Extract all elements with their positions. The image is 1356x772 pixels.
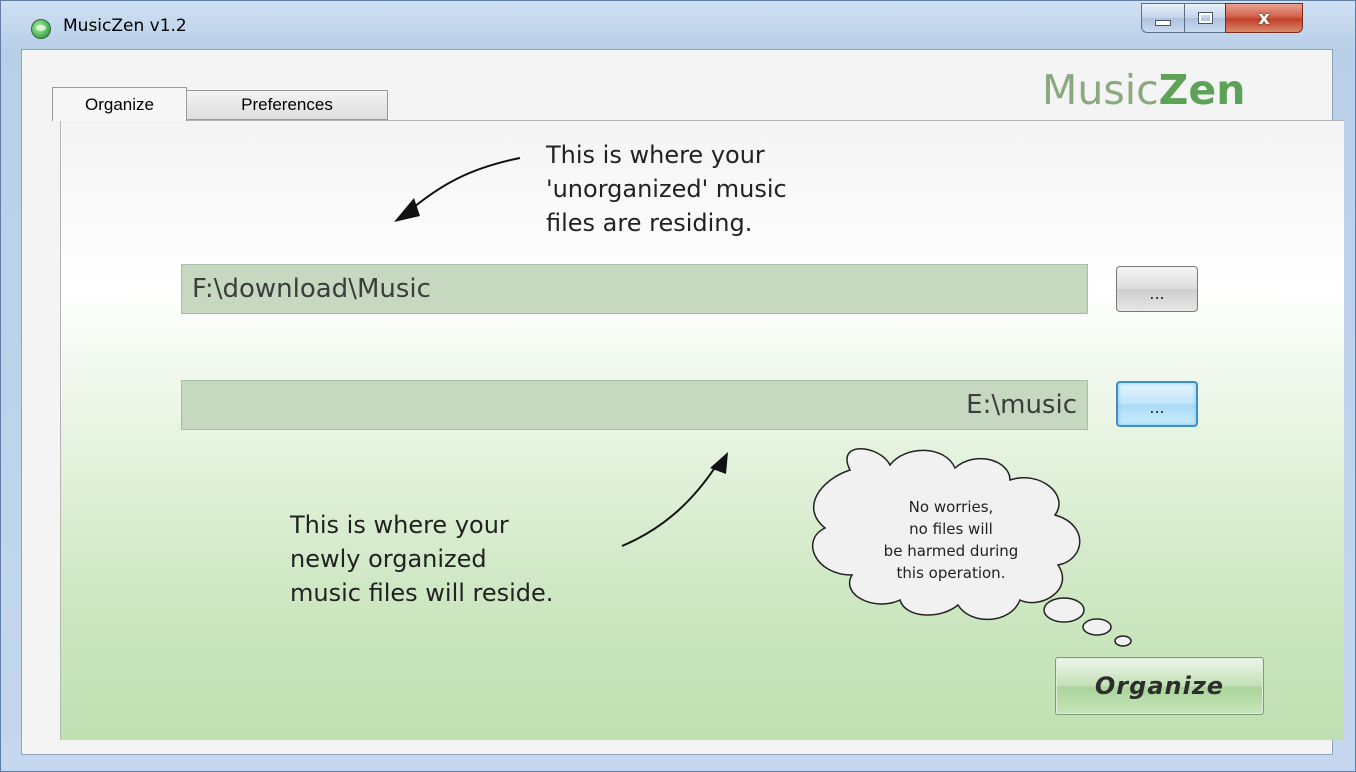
cloud-message-line: be harmed during: [883, 542, 1019, 560]
source-hint: This is where your 'unorganized' music f…: [546, 138, 866, 240]
minimize-button[interactable]: [1141, 3, 1185, 33]
tab-preferences-label: Preferences: [241, 95, 333, 114]
destination-hint-line: music files will reside.: [290, 579, 554, 607]
cloud-message-line: no files will: [909, 520, 993, 538]
app-icon: [31, 19, 51, 39]
tab-preferences[interactable]: Preferences: [186, 90, 388, 120]
close-button[interactable]: x: [1225, 3, 1303, 33]
close-icon: x: [1258, 7, 1270, 29]
destination-browse-button[interactable]: ...: [1116, 381, 1198, 427]
logo-zen: Zen: [1158, 66, 1246, 114]
maximize-button[interactable]: [1184, 3, 1226, 33]
cloud-message-line: this operation.: [896, 564, 1006, 582]
source-browse-button[interactable]: ...: [1116, 266, 1198, 312]
tab-organize-label: Organize: [85, 94, 154, 114]
destination-hint: This is where your newly organized music…: [290, 508, 630, 610]
logo-music: Music: [1042, 66, 1159, 114]
destination-hint-line: This is where your: [290, 511, 509, 539]
source-hint-line: 'unorganized' music: [546, 175, 787, 203]
organize-button[interactable]: Organize: [1055, 657, 1264, 715]
cloud-message-line: No worries,: [908, 498, 994, 516]
cloud-message: No worries, no files will be harmed duri…: [836, 496, 1066, 584]
destination-hint-line: newly organized: [290, 545, 487, 573]
destination-folder-field[interactable]: E:\music: [181, 380, 1088, 430]
source-hint-line: files are residing.: [546, 209, 753, 237]
source-hint-line: This is where your: [546, 141, 765, 169]
musiczen-logo: MusicZen: [1042, 66, 1245, 114]
tab-organize[interactable]: Organize: [52, 87, 187, 121]
title-bar[interactable]: MusicZen v1.2 x: [1, 1, 1355, 49]
source-folder-field[interactable]: F:\download\Music: [181, 264, 1088, 314]
minimize-icon: [1155, 20, 1171, 26]
window-title: MusicZen v1.2: [63, 16, 187, 36]
maximize-icon: [1197, 12, 1213, 24]
